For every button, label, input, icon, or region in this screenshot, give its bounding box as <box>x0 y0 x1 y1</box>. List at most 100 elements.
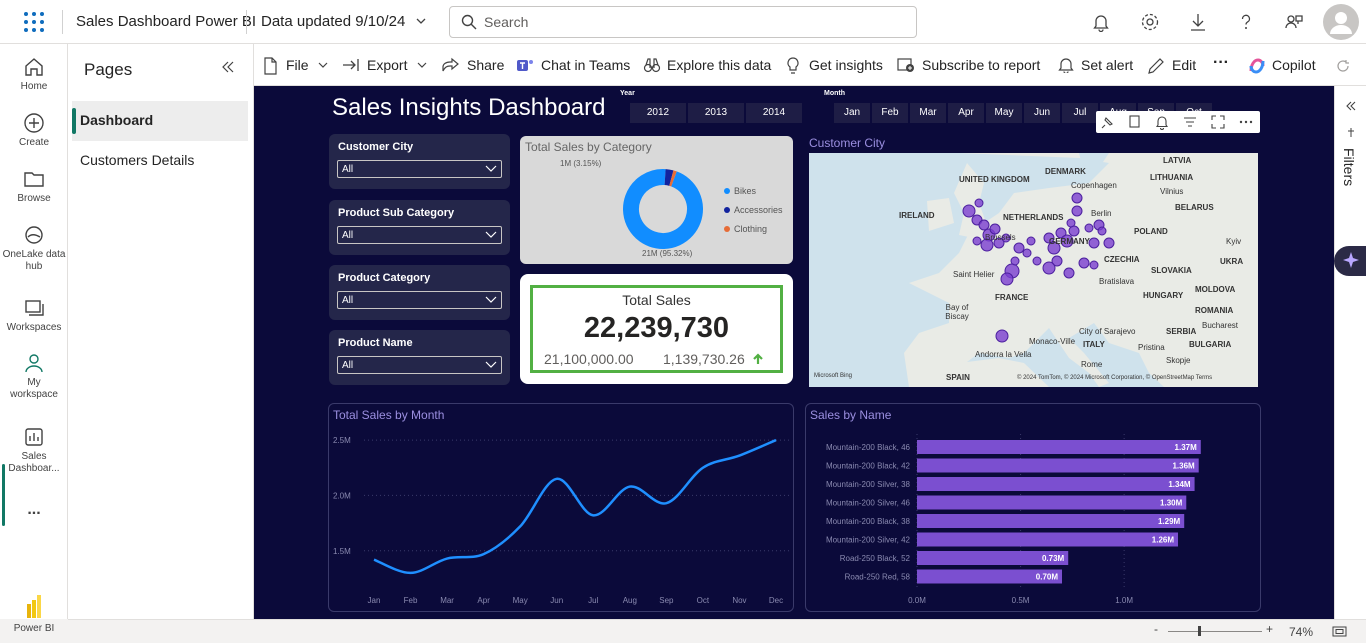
more-options-button[interactable]: ··· <box>1213 54 1229 72</box>
filter-icon[interactable] <box>1182 114 1198 130</box>
product-sub-category-dropdown[interactable]: All <box>337 226 502 244</box>
sales-by-month-visual[interactable]: Total Sales by Month 1.5M 2.0M 2.5M Jan Feb M… <box>328 403 794 612</box>
map-label-bay-of-biscay: Bay of Biscay <box>945 303 969 321</box>
subscribe-button[interactable]: Subscribe to report <box>897 57 1040 73</box>
map-label-pristina: Pristina <box>1138 343 1165 352</box>
export-menu[interactable]: Export <box>342 57 427 73</box>
focus-mode-icon[interactable] <box>1210 114 1226 130</box>
customer-city-dropdown[interactable]: All <box>337 160 502 178</box>
nav-onelake-data-hub[interactable]: OneLake data hub <box>0 224 68 273</box>
year-slicer-2013[interactable]: 2013 <box>688 103 744 123</box>
bar-mountain-200-black-46[interactable] <box>917 440 1201 454</box>
notifications-icon[interactable] <box>1091 12 1111 32</box>
nav-more-ellipsis[interactable]: ... <box>0 502 68 518</box>
line-point-oct[interactable] <box>701 466 705 470</box>
year-slicer-2012[interactable]: 2012 <box>630 103 686 123</box>
zoom-in-icon[interactable]: + <box>1266 622 1273 636</box>
report-title[interactable]: Sales Dashboard Power BI <box>76 13 256 30</box>
bar-mountain-200-black-38[interactable] <box>917 514 1185 528</box>
refresh-icon[interactable] <box>1336 59 1350 73</box>
nav-my-workspace[interactable]: My workspace <box>0 352 68 401</box>
user-avatar[interactable] <box>1323 4 1359 40</box>
line-point-sep[interactable] <box>664 501 668 505</box>
month-slicer-jun[interactable]: Jun <box>1024 103 1060 123</box>
donut-legend-item-accessories[interactable]: Accessories <box>724 205 783 215</box>
pin-icon[interactable] <box>1100 114 1116 130</box>
kpi-difference: 1,139,730.26 <box>663 351 764 367</box>
help-icon[interactable] <box>1236 12 1256 32</box>
nav-sales-dashboard[interactable]: Sales Dashboar... <box>0 426 68 475</box>
fit-to-page-icon[interactable] <box>1332 625 1348 639</box>
month-slicer-may[interactable]: May <box>986 103 1022 123</box>
zoom-slider[interactable]: - + <box>1154 622 1274 638</box>
sales-by-name-visual[interactable]: Sales by Name 0.0M 0.5M 1.0M Mountain-200 B… <box>805 403 1261 612</box>
download-icon[interactable] <box>1188 12 1208 32</box>
search-input[interactable]: Search <box>449 6 917 38</box>
file-menu[interactable]: File <box>262 57 328 75</box>
line-point-jun[interactable] <box>555 477 559 481</box>
bar-data-label: 0.73M <box>1042 554 1065 563</box>
nav-home[interactable]: Home <box>0 56 68 93</box>
share-button[interactable]: Share <box>442 57 504 73</box>
customer-city-map[interactable]: UNITED KINGDOM DENMARK Copenhagen LATVIA LIT… <box>809 153 1258 387</box>
line-point-nov[interactable] <box>737 454 741 458</box>
copy-visual-icon[interactable] <box>1126 114 1142 130</box>
category-donut-visual[interactable]: Total Sales by Category 1M (3.15%) 21M (… <box>520 136 793 264</box>
filters-label[interactable]: Filters <box>1341 148 1357 186</box>
line-point-may[interactable] <box>518 524 522 528</box>
explore-data-button[interactable]: Explore this data <box>643 57 771 73</box>
zoom-out-icon[interactable]: - <box>1154 622 1158 636</box>
product-category-dropdown[interactable]: All <box>337 291 502 309</box>
copilot-button[interactable]: Copilot <box>1248 57 1316 74</box>
edit-button[interactable]: Edit <box>1147 57 1196 74</box>
data-updated-dropdown[interactable]: Data updated 9/10/24 <box>261 13 427 30</box>
collapse-double-chevron-icon[interactable] <box>221 60 235 74</box>
line-point-dec[interactable] <box>774 438 778 442</box>
year-slicer-2014[interactable]: 2014 <box>746 103 802 123</box>
get-insights-button[interactable]: Get insights <box>785 57 883 74</box>
chat-in-teams-button[interactable]: Chat in Teams <box>516 57 630 73</box>
bar-mountain-200-silver-46[interactable] <box>917 495 1187 510</box>
share-feedback-icon[interactable] <box>1284 12 1304 32</box>
bar-mountain-200-silver-42[interactable] <box>917 532 1178 547</box>
line-point-apr[interactable] <box>482 552 486 556</box>
teams-icon <box>517 60 533 71</box>
nav-workspaces[interactable]: Workspaces <box>0 297 68 334</box>
app-launcher-icon[interactable] <box>24 12 44 32</box>
donut-legend-item-bikes[interactable]: Bikes <box>724 186 756 196</box>
customer-city-value: All <box>342 164 354 175</box>
nav-browse[interactable]: Browse <box>0 168 68 205</box>
month-slicer-feb[interactable]: Feb <box>872 103 908 123</box>
settings-gear-icon[interactable] <box>1140 12 1160 32</box>
line-point-mar[interactable] <box>445 557 449 561</box>
line-point-aug[interactable] <box>628 485 632 489</box>
page-tab-dashboard[interactable]: Dashboard <box>72 101 248 141</box>
line-point-jan[interactable] <box>372 558 376 562</box>
search-icon <box>461 14 477 30</box>
nav-create[interactable]: Create <box>0 112 68 149</box>
donut-legend-item-clothing[interactable]: Clothing <box>724 224 767 234</box>
line-point-feb[interactable] <box>409 571 413 575</box>
month-slicer-jul[interactable]: Jul <box>1062 103 1098 123</box>
onelake-icon <box>25 226 43 244</box>
sales-line-series[interactable] <box>373 438 777 575</box>
month-slicer-jan[interactable]: Jan <box>834 103 870 123</box>
bar-mountain-200-black-42[interactable] <box>917 458 1199 473</box>
nav-powerbi[interactable]: Power BI <box>0 594 68 635</box>
bar-mountain-200-silver-38[interactable] <box>917 477 1195 491</box>
set-alert-button[interactable]: Set alert <box>1058 57 1133 73</box>
line-point-jul[interactable] <box>591 513 595 517</box>
month-slicer-apr[interactable]: Apr <box>948 103 984 123</box>
visual-alert-bell-icon[interactable] <box>1154 114 1170 130</box>
product-name-dropdown[interactable]: All <box>337 356 502 374</box>
donut-slice-bikes[interactable] <box>622 168 704 250</box>
total-sales-kpi-card[interactable]: Total Sales 22,239,730 21,100,000.00 1,1… <box>520 274 793 384</box>
more-options-icon[interactable] <box>1238 114 1254 130</box>
expand-filters-chevron-icon[interactable] <box>1345 100 1357 112</box>
month-slicer-mar[interactable]: Mar <box>910 103 946 123</box>
search-placeholder: Search <box>484 14 529 30</box>
product-sub-category-value: All <box>342 230 354 241</box>
bar-data-label: 1.37M <box>1175 443 1198 452</box>
page-tab-customers-details[interactable]: Customers Details <box>72 141 248 181</box>
copilot-fab[interactable] <box>1334 246 1366 276</box>
